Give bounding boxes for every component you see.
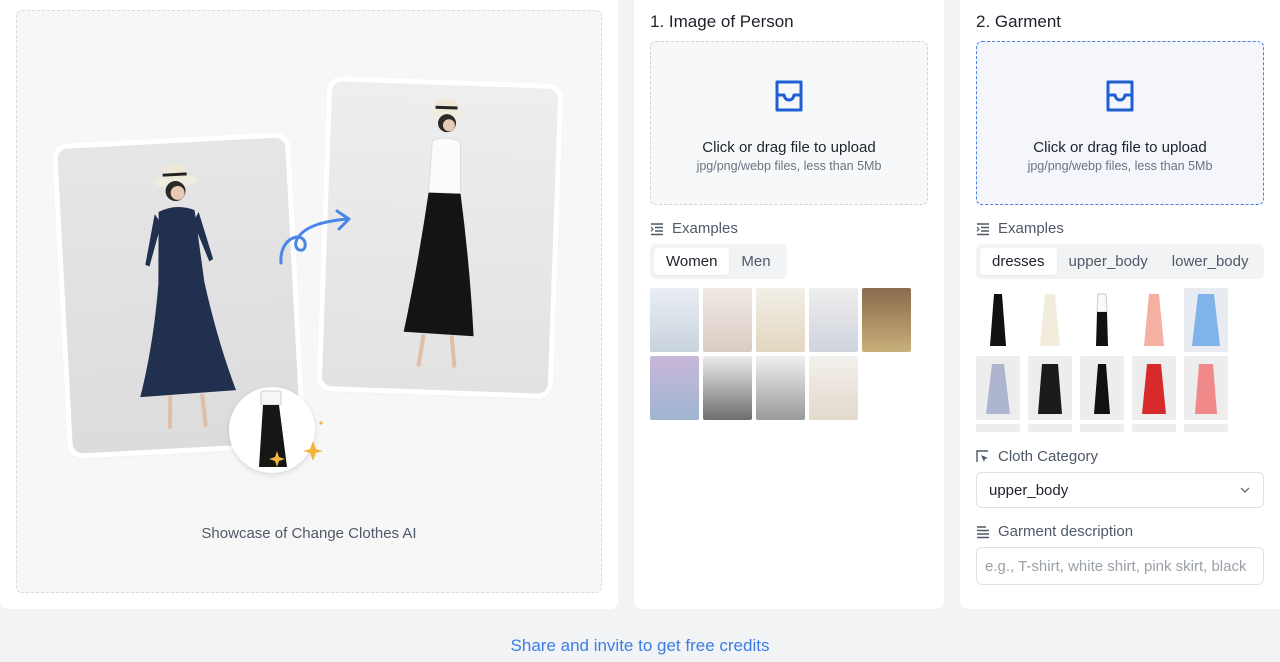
person-example-thumb[interactable] bbox=[756, 356, 805, 420]
garment-category-tabs: dresses upper_body lower_body bbox=[976, 244, 1265, 279]
garment-example-thumb[interactable] bbox=[1028, 356, 1072, 420]
garment-example-thumb[interactable] bbox=[1080, 356, 1124, 420]
upload-hint-text: jpg/png/webp files, less than 5Mb bbox=[1027, 159, 1213, 173]
garment-description-label-text: Garment description bbox=[998, 523, 1134, 540]
garment-example-thumb[interactable] bbox=[1184, 356, 1228, 420]
tab-dresses[interactable]: dresses bbox=[980, 248, 1057, 275]
cloth-category-value: upper_body bbox=[989, 481, 1069, 499]
select-cursor-icon bbox=[976, 449, 988, 462]
garment-example-thumb[interactable] bbox=[1132, 288, 1176, 352]
showcase-caption: Showcase of Change Clothes AI bbox=[201, 525, 417, 542]
person-section-title: 1. Image of Person bbox=[650, 12, 794, 31]
person-example-thumb[interactable] bbox=[703, 288, 752, 352]
cloth-category-label-text: Cloth Category bbox=[998, 448, 1099, 465]
garment-example-thumb[interactable] bbox=[1080, 288, 1124, 352]
garment-examples-label: Examples bbox=[976, 220, 1064, 237]
cloth-category-select[interactable]: upper_body bbox=[976, 472, 1264, 508]
garment-description-label: Garment description bbox=[976, 523, 1133, 540]
curved-arrow-icon bbox=[279, 209, 351, 265]
examples-label-text: Examples bbox=[672, 220, 738, 237]
chevron-down-icon bbox=[1240, 487, 1250, 493]
garment-section-title: 2. Garment bbox=[976, 12, 1062, 31]
cloth-category-label: Cloth Category bbox=[976, 448, 1098, 465]
garment-example-thumb[interactable] bbox=[1028, 288, 1072, 352]
person-example-thumb[interactable] bbox=[650, 288, 699, 352]
garment-example-thumb[interactable] bbox=[976, 356, 1020, 420]
person-examples-label: Examples bbox=[650, 220, 738, 237]
tab-upper-body[interactable]: upper_body bbox=[1057, 248, 1160, 275]
tab-women[interactable]: Women bbox=[654, 248, 730, 275]
person-upload-dropzone[interactable]: Click or drag file to upload jpg/png/web… bbox=[650, 41, 928, 205]
upload-main-text: Click or drag file to upload bbox=[702, 139, 876, 156]
text-lines-icon bbox=[977, 525, 989, 538]
garment-example-thumb[interactable] bbox=[1132, 356, 1176, 420]
list-icon bbox=[650, 222, 663, 235]
upload-main-text: Click or drag file to upload bbox=[1033, 139, 1207, 156]
share-invite-link[interactable]: Share and invite to get free credits bbox=[0, 636, 1280, 656]
person-examples-grid bbox=[650, 288, 911, 420]
garment-example-thumb[interactable] bbox=[1080, 424, 1124, 432]
showcase-panel: Showcase of Change Clothes AI bbox=[0, 0, 618, 609]
garment-upload-dropzone[interactable]: Click or drag file to upload jpg/png/web… bbox=[976, 41, 1264, 205]
upload-hint-text: jpg/png/webp files, less than 5Mb bbox=[696, 159, 882, 173]
person-example-thumb[interactable] bbox=[862, 288, 911, 352]
garment-example-thumb[interactable] bbox=[1132, 424, 1176, 432]
list-icon bbox=[976, 222, 989, 235]
person-example-thumb[interactable] bbox=[756, 288, 805, 352]
garment-example-thumb[interactable] bbox=[1028, 424, 1072, 432]
sparkle-icon bbox=[269, 421, 323, 467]
examples-label-text: Examples bbox=[998, 220, 1064, 237]
person-example-thumb[interactable] bbox=[809, 356, 858, 420]
tab-lower-body[interactable]: lower_body bbox=[1160, 248, 1261, 275]
upload-inbox-icon bbox=[775, 80, 803, 112]
showcase-box: Showcase of Change Clothes AI bbox=[16, 10, 602, 593]
person-example-thumb[interactable] bbox=[703, 356, 752, 420]
garment-example-thumb[interactable] bbox=[976, 424, 1020, 432]
person-example-thumb[interactable] bbox=[650, 356, 699, 420]
garment-example-thumb[interactable] bbox=[1184, 424, 1228, 432]
showcase-after-photo bbox=[321, 81, 559, 394]
tab-men[interactable]: Men bbox=[729, 248, 782, 275]
garment-examples-grid bbox=[976, 288, 1236, 432]
upload-inbox-icon bbox=[1106, 80, 1134, 112]
person-example-thumb[interactable] bbox=[809, 288, 858, 352]
garment-example-thumb[interactable] bbox=[976, 288, 1020, 352]
garment-description-input[interactable] bbox=[976, 547, 1264, 585]
person-category-tabs: Women Men bbox=[650, 244, 787, 279]
garment-example-thumb[interactable] bbox=[1184, 288, 1228, 352]
